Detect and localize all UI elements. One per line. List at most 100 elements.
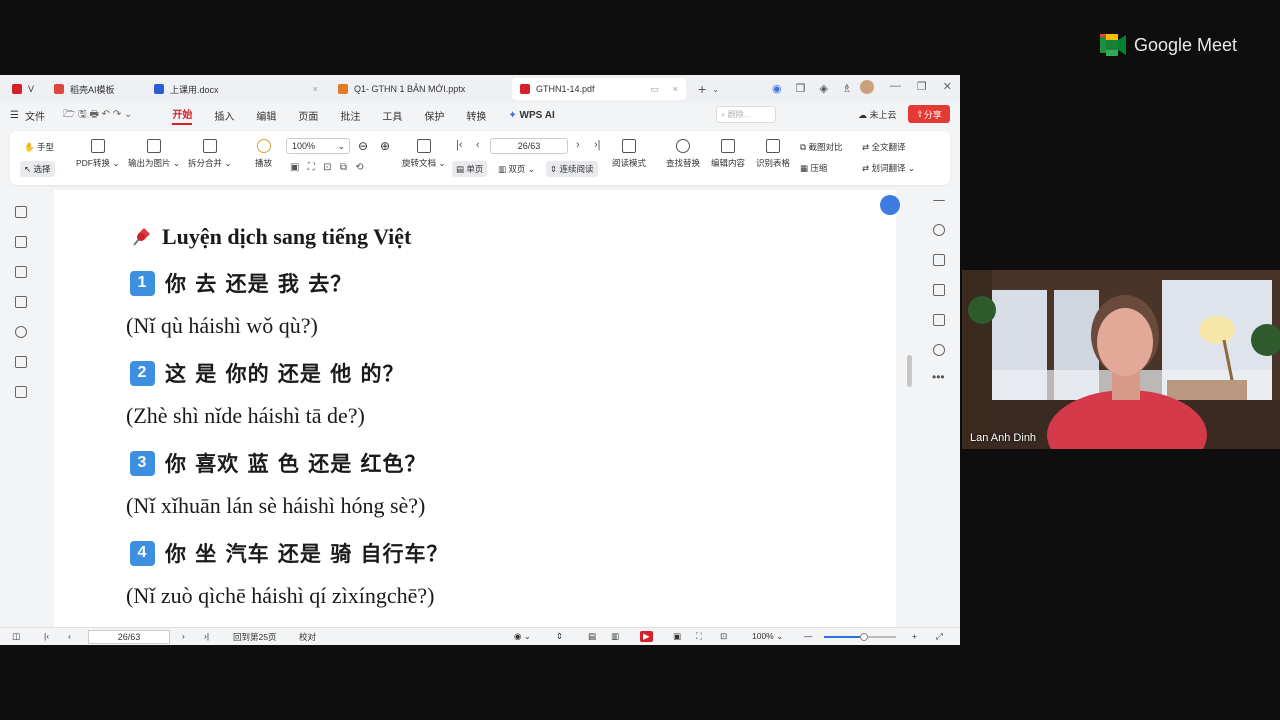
panel-icon[interactable]	[933, 314, 945, 326]
menu-page[interactable]: 页面	[298, 108, 318, 123]
ai-icon[interactable]: ◉	[772, 82, 782, 95]
play-icon[interactable]: ▶	[640, 631, 653, 642]
double-page-button[interactable]: ▥ 双页 ⌄	[498, 163, 535, 175]
fullscreen-icon[interactable]: ⛶	[696, 631, 702, 642]
eye-icon[interactable]: ◉ ⌄	[514, 631, 531, 642]
restore-icon[interactable]: ❐	[917, 80, 927, 94]
monitor-icon[interactable]: ▭	[650, 84, 659, 95]
pdf-convert-button[interactable]: PDF转换 ⌄	[76, 139, 120, 169]
zoom-in-icon[interactable]: ⊕	[380, 139, 390, 153]
export-image-button[interactable]: 输出为图片 ⌄	[128, 139, 180, 169]
compress-button[interactable]: ▦ 压缩	[800, 162, 827, 174]
menu-insert[interactable]: 插入	[214, 108, 234, 123]
find-replace-label: 查找替换	[666, 158, 701, 168]
read-mode-button[interactable]: 阅读模式	[612, 139, 646, 169]
outline-icon[interactable]	[15, 206, 27, 218]
menu-protect[interactable]: 保护	[424, 108, 444, 123]
quick-access-icons[interactable]: 🗁 🖫 🖶 ↶ ↷ ⌄	[63, 107, 132, 124]
menu-file[interactable]: 文件	[25, 108, 45, 123]
layers-icon[interactable]	[15, 386, 27, 398]
double-page-icon[interactable]: ▥	[611, 631, 619, 642]
cloud-status[interactable]: ☁ 未上云	[858, 108, 897, 121]
collapse-icon[interactable]	[933, 200, 945, 202]
signature-icon[interactable]	[15, 356, 27, 368]
avatar[interactable]	[859, 80, 874, 94]
tab-pptx[interactable]: Q1- GTHN 1 BẢN MỚI.pptx	[330, 78, 508, 100]
single-page-button[interactable]: ▤ 单页	[452, 161, 488, 177]
settings-icon[interactable]	[933, 284, 945, 296]
find-replace-button[interactable]: 查找替换	[666, 139, 700, 169]
more-icon[interactable]: •••	[932, 370, 945, 384]
skin-icon[interactable]: ♗	[842, 82, 852, 95]
continuous-button[interactable]: ⇕ 连续阅读	[546, 161, 598, 177]
zoom-out-icon[interactable]: ⊖	[358, 139, 368, 153]
menu-icon[interactable]: ☰	[10, 110, 19, 121]
tab-docx[interactable]: 上课用.docx ×	[146, 78, 326, 100]
next-page-icon[interactable]: ›	[576, 139, 580, 151]
proof-button[interactable]: 校对	[299, 631, 316, 643]
single-page-icon[interactable]: ▤	[588, 631, 596, 642]
search-icon[interactable]	[933, 224, 945, 236]
fit-page-icon[interactable]: ▣	[673, 631, 681, 642]
prev-page-icon[interactable]: ‹	[476, 139, 480, 151]
expand-icon[interactable]: ⤢	[936, 631, 943, 642]
tab-wps-home[interactable]: V	[4, 78, 42, 100]
zoom-select[interactable]: 100% ⌄	[286, 138, 350, 154]
sidebar-toggle-icon[interactable]: ◫	[12, 631, 20, 642]
full-translate-button[interactable]: ⇄ 全文翻译	[862, 141, 906, 153]
first-page-icon[interactable]: |‹	[44, 631, 49, 641]
next-page-icon[interactable]: ›	[182, 631, 185, 641]
share-button[interactable]: ⇪ 分享	[908, 105, 950, 123]
select-tool[interactable]: ↖ 选择	[20, 161, 55, 177]
tab-pdf[interactable]: GTHN1-14.pdf ▭ ×	[512, 78, 687, 100]
word-translate-button[interactable]: ⇄ 划词翻译 ⌄	[862, 162, 915, 174]
translate-icon[interactable]	[933, 254, 945, 266]
screenshot-compare-button[interactable]: ⧉ 截图对比	[800, 141, 842, 153]
last-page-icon[interactable]: ›|	[594, 139, 601, 151]
thumbnail-icon[interactable]	[15, 266, 27, 278]
menu-comment[interactable]: 批注	[340, 108, 360, 123]
status-page-input[interactable]: 26/63	[88, 630, 170, 644]
prev-page-icon[interactable]: ‹	[68, 631, 71, 641]
edit-content-button[interactable]: 编辑内容	[711, 139, 745, 169]
split-merge-button[interactable]: 拆分合并 ⌄	[188, 139, 232, 169]
scroll-thumb[interactable]	[907, 355, 912, 387]
new-tab-button[interactable]: + ⌄	[690, 78, 727, 100]
menu-edit[interactable]: 编辑	[256, 108, 276, 123]
zoom-slider[interactable]	[824, 633, 896, 641]
first-page-icon[interactable]: |‹	[456, 139, 463, 151]
minimize-icon[interactable]: —	[890, 80, 901, 94]
page-input[interactable]: 26/63	[490, 138, 568, 154]
bookmark-icon[interactable]	[15, 236, 27, 248]
hand-tool[interactable]: ✋ 手型	[24, 141, 54, 153]
comment-icon[interactable]	[15, 296, 27, 308]
menu-convert[interactable]: 转换	[466, 108, 486, 123]
zoom-out-icon[interactable]: —	[804, 631, 813, 641]
menu-wps-ai[interactable]: ✦ WPS AI	[508, 110, 554, 121]
view-icons[interactable]: ▣ ⛶ ⊡ ⧉ ⟲	[290, 162, 364, 173]
fit-icon[interactable]: ⇕	[556, 631, 563, 642]
tab-docer[interactable]: 稻壳AI模板	[46, 78, 142, 100]
help-icon[interactable]	[933, 344, 945, 356]
recognize-table-button[interactable]: 识别表格	[756, 139, 790, 169]
box-icon[interactable]: ◈	[819, 82, 827, 95]
close-window-icon[interactable]: ✕	[943, 80, 952, 94]
menu-tools[interactable]: 工具	[382, 108, 402, 123]
menu-home[interactable]: 开始	[172, 106, 193, 125]
back-to-page[interactable]: 回到第25页	[233, 631, 276, 643]
window-icon[interactable]: ❐	[796, 82, 806, 95]
floating-tool-button[interactable]	[880, 195, 900, 215]
attachment-icon[interactable]	[15, 326, 27, 338]
play-button[interactable]: 播放	[255, 139, 272, 169]
search-input[interactable]: ⌕ 剧除...	[716, 106, 776, 123]
rotate-button[interactable]: 旋转文档 ⌄	[402, 139, 446, 169]
crop-icon[interactable]: ⊡	[720, 631, 727, 642]
zoom-in-icon[interactable]: +	[912, 631, 917, 641]
close-icon[interactable]: ×	[673, 84, 678, 94]
close-icon[interactable]: ×	[313, 84, 318, 94]
participant-video[interactable]: Lan Anh Dinh	[962, 270, 1280, 449]
vertical-scrollbar[interactable]	[904, 190, 914, 627]
zoom-knob[interactable]	[859, 633, 868, 641]
status-zoom[interactable]: 100% ⌄	[752, 631, 783, 642]
last-page-icon[interactable]: ›|	[204, 631, 209, 641]
